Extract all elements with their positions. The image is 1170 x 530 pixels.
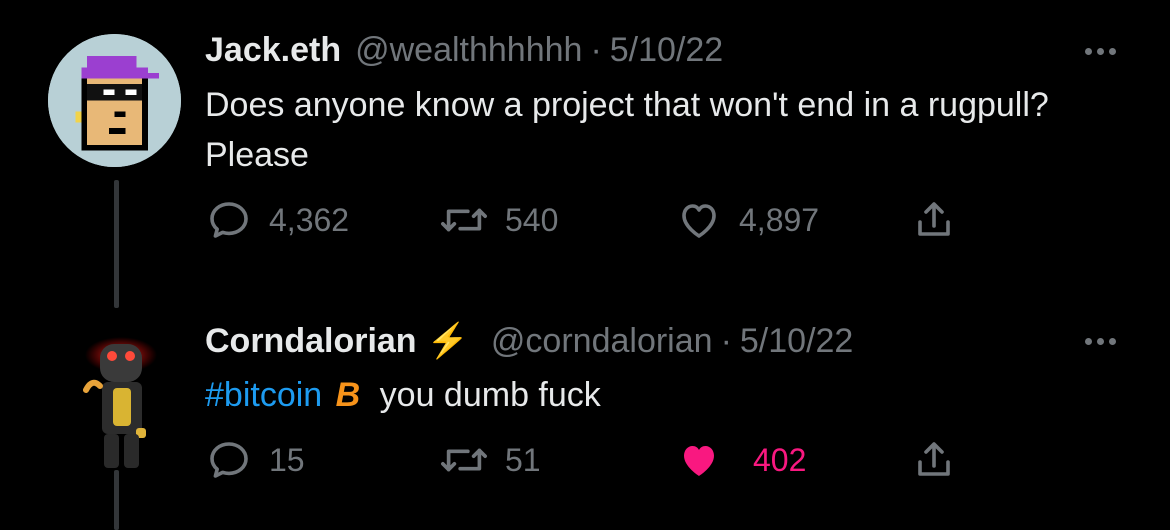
tweet-header: Jack.eth @wealthhhhhh · 5/10/22: [205, 31, 723, 70]
reply-button[interactable]: 15: [205, 436, 305, 484]
more-options-button[interactable]: [1085, 48, 1116, 55]
reply-button[interactable]: 4,362: [205, 196, 349, 244]
avatar[interactable]: [48, 34, 181, 167]
like-button[interactable]: 402: [675, 436, 806, 484]
retweet-count: 51: [505, 441, 541, 478]
tweet-date[interactable]: 5/10/22: [610, 31, 723, 70]
separator: ·: [720, 322, 732, 360]
ellipsis-icon: [1097, 338, 1104, 345]
lightning-emoji-icon: ⚡: [426, 322, 469, 360]
pixel-punk-avatar-icon: [48, 34, 181, 167]
tweet[interactable]: Corndalorian ⚡ @corndalorian · 5/10/22 #…: [0, 300, 1170, 525]
heart-outline-icon: [682, 204, 716, 238]
retweet-button[interactable]: 540: [439, 196, 558, 244]
bitcoin-icon: B: [335, 376, 361, 414]
retweet-button[interactable]: 51: [439, 436, 541, 484]
tweet-text-content: you dumb fuck: [379, 376, 601, 414]
retweet-count: 540: [505, 201, 559, 238]
reply-count: 15: [269, 441, 305, 478]
tweet-actions: 15 51 402: [205, 436, 1170, 496]
tweet-header: Corndalorian ⚡ @corndalorian · 5/10/22: [205, 321, 853, 361]
ellipsis-icon: [1097, 48, 1104, 55]
ellipsis-icon: [1085, 338, 1092, 345]
tweet-text: #bitcoin B you dumb fuck: [205, 370, 601, 420]
more-options-button[interactable]: [1085, 338, 1116, 345]
tweet[interactable]: Jack.eth @wealthhhhhh · 5/10/22 Does any…: [0, 0, 1170, 300]
heart-filled-icon: [684, 446, 714, 476]
robot-avatar-icon: [83, 337, 157, 468]
avatar[interactable]: [66, 330, 166, 475]
ellipsis-icon: [1109, 48, 1116, 55]
like-count: 402: [753, 441, 807, 478]
share-icon: [918, 202, 950, 236]
share-button[interactable]: [910, 196, 958, 244]
tweet-text: Does anyone know a project that won't en…: [205, 86, 1049, 174]
author-name[interactable]: Corndalorian: [205, 322, 417, 361]
hashtag-link[interactable]: #bitcoin: [205, 376, 322, 414]
like-count: 4,897: [739, 201, 820, 238]
ellipsis-icon: [1085, 48, 1092, 55]
reply-count: 4,362: [269, 201, 350, 238]
tweet-actions: 4,362 540 4,897: [205, 196, 1170, 256]
author-handle[interactable]: @wealthhhhhh: [355, 31, 582, 70]
separator: ·: [590, 31, 602, 69]
share-icon: [918, 442, 950, 476]
reply-icon: [210, 202, 248, 238]
ellipsis-icon: [1109, 338, 1116, 345]
author-handle[interactable]: @corndalorian: [491, 322, 713, 361]
like-button[interactable]: 4,897: [675, 196, 819, 244]
retweet-icon: [441, 208, 487, 232]
author-name[interactable]: Jack.eth: [205, 31, 341, 70]
reply-icon: [210, 442, 248, 478]
retweet-icon: [441, 448, 487, 472]
share-button[interactable]: [910, 436, 958, 484]
tweet-date[interactable]: 5/10/22: [740, 322, 853, 361]
